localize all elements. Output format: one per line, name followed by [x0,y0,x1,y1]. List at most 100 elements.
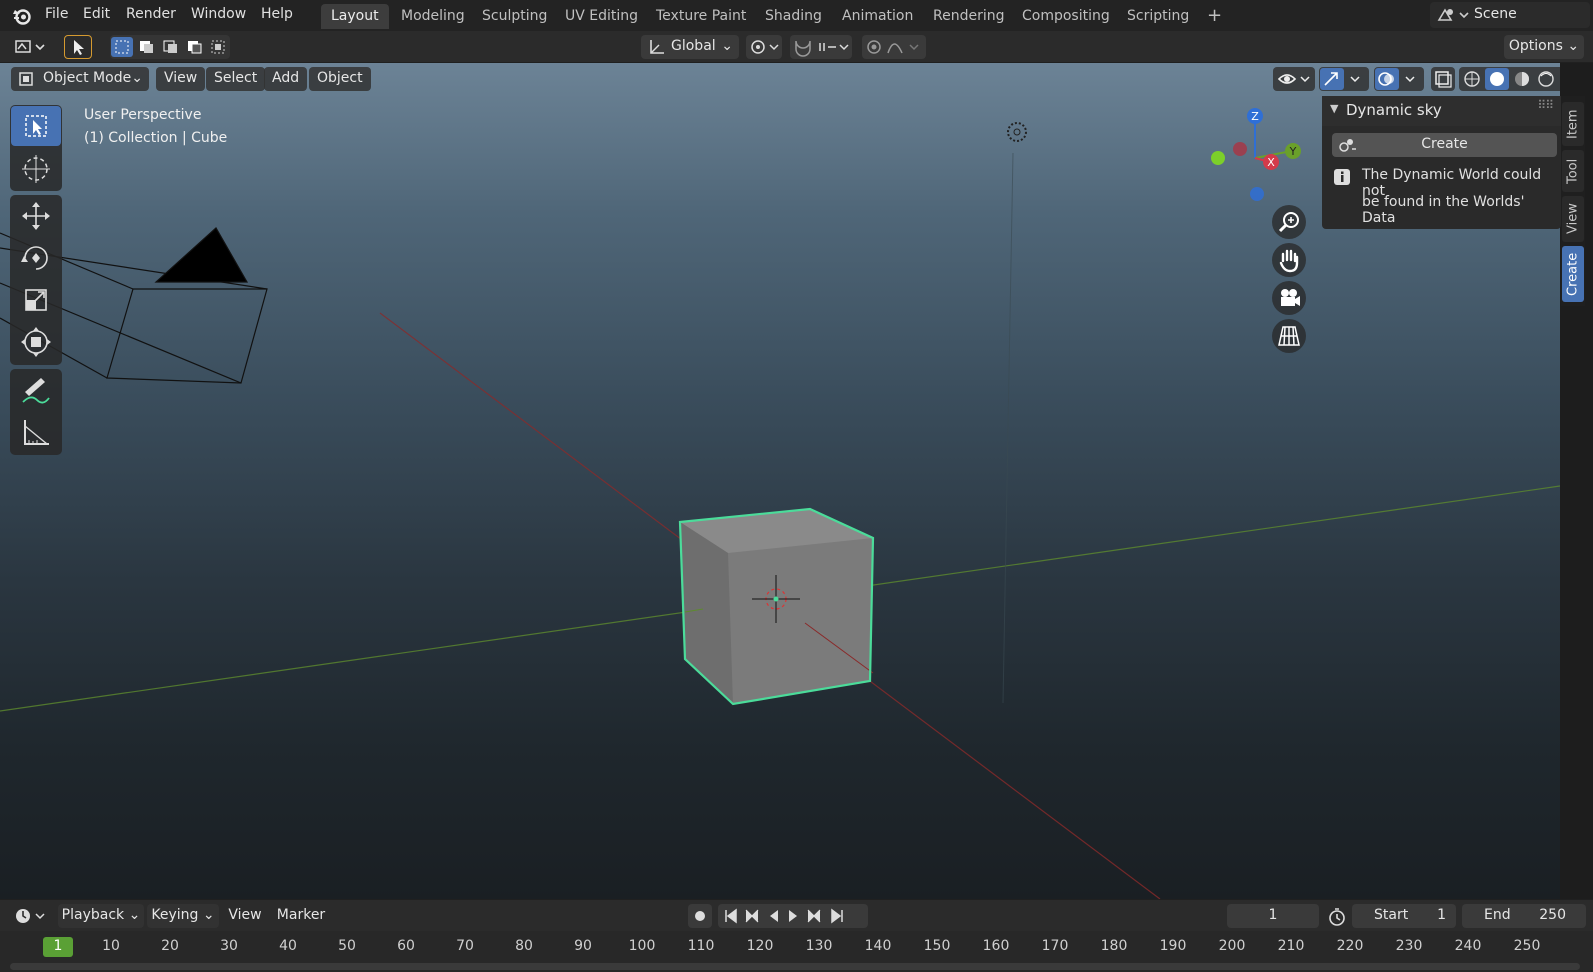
chevron-down-icon: ⌄ [131,70,143,86]
timeline-menu-playback[interactable]: Playback ⌄ [58,904,144,928]
ruler-tick: 70 [456,938,474,954]
object-mode-dropdown[interactable]: Object Mode ⌄ [11,67,149,91]
timeline-scrollbar[interactable] [10,963,1580,970]
end-label: End [1484,907,1511,923]
ruler-tick: 180 [1100,938,1128,954]
viewport-menu-add[interactable]: Add [264,67,308,91]
tab-modeling[interactable]: Modeling [391,4,475,29]
sidebar-tab-create[interactable]: Create [1562,246,1584,302]
measure-ruler-icon [24,420,49,445]
overlays-toggle[interactable] [1374,67,1424,91]
ruler-tick: 230 [1395,938,1423,954]
viewport-menu-object[interactable]: Object [309,67,371,91]
pivot-point-dropdown[interactable] [746,35,782,59]
tab-sculpting[interactable]: Sculpting [472,4,557,29]
ruler-tick: 220 [1336,938,1364,954]
scene-name: Scene [1474,6,1517,22]
tab-layout[interactable]: Layout [321,4,389,29]
move-tool[interactable] [11,196,61,236]
ortho-toggle-button[interactable] [1272,319,1306,353]
playback-controls[interactable] [688,904,870,928]
object-mode-icon [19,72,33,86]
annotate-tool[interactable] [11,370,61,410]
ruler-tick: 1 [53,938,63,954]
cursor-tool[interactable] [11,149,61,189]
object-mode-label: Object Mode [43,70,132,86]
select-tool-indicator[interactable] [64,35,92,59]
scale-icon [25,289,47,311]
tab-shading[interactable]: Shading [755,4,832,29]
info-icon [1334,169,1350,185]
pan-button[interactable] [1272,243,1306,277]
menu-window[interactable]: Window [191,0,246,31]
xray-icon [1435,71,1452,88]
camera-view-button[interactable] [1272,281,1306,315]
snap-controls[interactable] [790,35,852,59]
gizmo-y-label: Y [1289,145,1297,158]
menu-render[interactable]: Render [126,0,176,31]
create-button[interactable]: Create [1332,133,1557,157]
menu-edit[interactable]: Edit [83,0,110,31]
collapse-triangle-icon[interactable]: ▼ [1330,102,1338,115]
timeline-ruler[interactable]: 1 10 20 30 40 50 60 70 80 90 100 110 120… [0,931,1593,972]
selection-mode-icons[interactable] [110,35,230,59]
timeline-menu-view[interactable]: View [225,904,265,928]
shading-mode-group[interactable] [1459,67,1560,91]
menu-file[interactable]: File [45,0,68,31]
orientation-icon [650,40,664,54]
gizmo-toggle[interactable] [1319,67,1369,91]
timeline-menu-keying[interactable]: Keying ⌄ [147,904,219,928]
current-frame-field[interactable]: 1 [1227,904,1319,928]
timeline-menu-marker[interactable]: Marker [274,904,328,928]
xray-toggle[interactable] [1431,67,1455,91]
ruler-tick: 30 [220,938,238,954]
select-box-tool[interactable] [11,106,61,146]
start-frame-field[interactable]: Start 1 [1352,904,1456,928]
tab-uv-editing[interactable]: UV Editing [555,4,648,29]
navigation-gizmo[interactable]: Z Y X [1200,103,1310,213]
sidebar-panel-dynamic-sky: ▼ Dynamic sky ⠿⠿ Create The Dynamic Worl… [1322,96,1561,229]
editor-type-button[interactable] [10,35,50,59]
ruler-tick: 140 [864,938,892,954]
ruler-tick: 80 [515,938,533,954]
transform-tool[interactable] [11,322,61,362]
end-frame-field[interactable]: End 250 [1462,904,1586,928]
viewport-menu-view[interactable]: View [156,67,206,91]
visibility-dropdown[interactable] [1273,67,1315,91]
tab-animation[interactable]: Animation [832,4,923,29]
timeline-editor-type-button[interactable] [10,900,50,924]
menu-help[interactable]: Help [261,0,293,31]
zoom-button[interactable] [1272,205,1306,239]
sidebar-tab-item[interactable]: Item [1562,102,1584,146]
blender-logo-icon[interactable] [12,6,32,26]
add-workspace-button[interactable]: + [1197,4,1232,29]
toolbar-select-group [10,105,62,191]
rotate-tool[interactable] [11,238,61,278]
stopwatch-icon[interactable] [1326,906,1348,928]
viewport-menu-select[interactable]: Select [206,67,266,91]
tab-texture-paint[interactable]: Texture Paint [646,4,756,29]
drag-handle-icon[interactable]: ⠿⠿ [1537,98,1554,112]
ruler-tick: 60 [397,938,415,954]
eye-icon [1277,74,1310,84]
tab-compositing[interactable]: Compositing [1012,4,1120,29]
overlays-icon [1375,68,1415,90]
tab-scripting[interactable]: Scripting [1117,4,1199,29]
info-message-line2: be found in the Worlds' Data [1362,194,1525,226]
top-bar: File Edit Render Window Help Layout Mode… [0,0,1593,31]
toolbar-annotate-group [10,369,62,455]
sidebar-tab-tool[interactable]: Tool [1562,150,1584,192]
measure-tool[interactable] [11,412,61,452]
hand-icon [1279,249,1299,273]
scale-tool[interactable] [11,280,61,320]
scene-selector[interactable]: Scene [1430,2,1590,28]
transform-orientation-dropdown[interactable]: Global ⌄ [641,35,739,59]
orientation-label: Global [671,38,716,54]
options-dropdown[interactable]: Options ⌄ [1504,35,1584,59]
sidebar-tab-view[interactable]: View [1562,196,1584,242]
active-object-label: (1) Collection | Cube [84,130,228,146]
tab-rendering[interactable]: Rendering [923,4,1015,29]
panel-header[interactable]: ▼ Dynamic sky ⠿⠿ [1322,96,1561,126]
transform-icon [21,327,51,357]
proportional-editing-controls[interactable] [862,35,926,59]
